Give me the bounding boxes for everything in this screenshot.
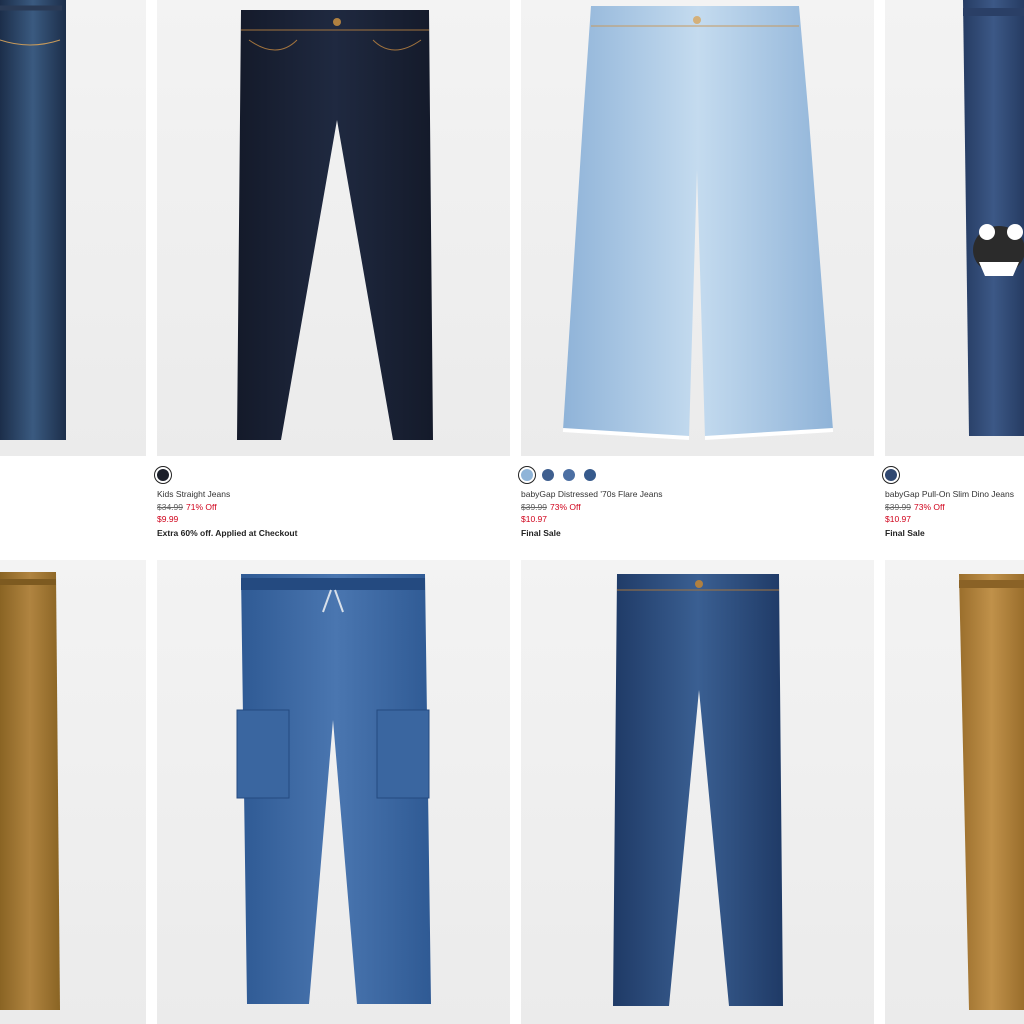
discount-badge: 73% Off: [914, 502, 945, 512]
original-price: $39.99: [885, 502, 911, 512]
product-name[interactable]: babyGap Distressed '70s Flare Jeans: [521, 489, 874, 499]
product-image[interactable]: [0, 0, 146, 456]
product-image[interactable]: [0, 560, 146, 1024]
product-card[interactable]: [885, 560, 1024, 1024]
product-card[interactable]: [0, 0, 146, 560]
original-price: $39.99: [521, 502, 547, 512]
color-swatches: [157, 466, 510, 484]
color-swatch[interactable]: [885, 469, 897, 481]
discount-badge: 73% Off: [550, 502, 581, 512]
product-image[interactable]: [521, 560, 874, 1024]
product-card[interactable]: [157, 560, 510, 1024]
promo-note: Extra 60% off. Applied at Checkout: [157, 528, 298, 538]
sale-price: $10.97: [521, 514, 547, 524]
product-image[interactable]: [885, 0, 1024, 456]
promo-note: Final Sale: [885, 528, 925, 538]
color-swatch[interactable]: [521, 469, 533, 481]
promo-note: Final Sale: [521, 528, 561, 538]
sale-price: $9.99: [157, 514, 179, 524]
product-image[interactable]: [521, 0, 874, 456]
color-swatches: [885, 466, 1024, 484]
product-image[interactable]: [157, 0, 510, 456]
product-card[interactable]: babyGap Pull-On Slim Dino Jeans $39.99 73…: [885, 0, 1024, 560]
sale-price: $10.97: [885, 514, 911, 524]
discount-badge: 71% Off: [186, 502, 217, 512]
color-swatches: [521, 466, 874, 484]
product-image[interactable]: [885, 560, 1024, 1024]
color-swatch[interactable]: [584, 469, 596, 481]
product-card[interactable]: Kids Straight Jeans $34.99 71% Off $9.99 …: [157, 0, 510, 560]
color-swatch[interactable]: [563, 469, 575, 481]
original-price: $34.99: [157, 502, 183, 512]
product-image[interactable]: [157, 560, 510, 1024]
product-card[interactable]: [0, 560, 146, 1024]
color-swatch[interactable]: [542, 469, 554, 481]
product-card[interactable]: babyGap Distressed '70s Flare Jeans $39.…: [521, 0, 874, 560]
product-name[interactable]: babyGap Pull-On Slim Dino Jeans: [885, 489, 1024, 499]
product-card[interactable]: [521, 560, 874, 1024]
product-name[interactable]: Kids Straight Jeans: [157, 489, 510, 499]
color-swatch[interactable]: [157, 469, 169, 481]
